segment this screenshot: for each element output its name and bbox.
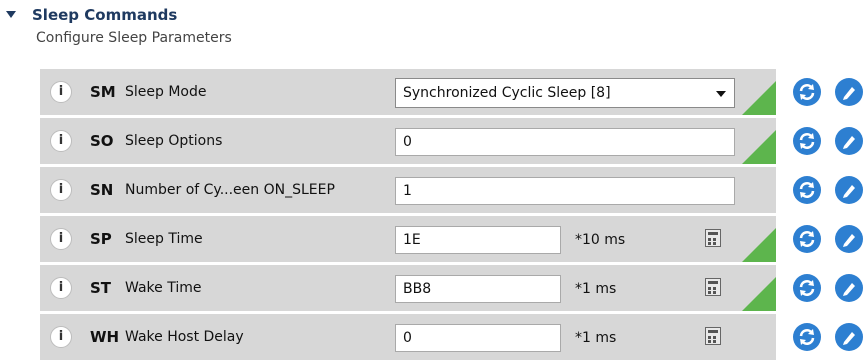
setting-code: WH <box>90 328 120 346</box>
sleep-cycles-input[interactable]: 1 <box>395 177 735 205</box>
pencil-icon <box>843 332 855 345</box>
sleep-options-input[interactable]: 0 <box>395 128 735 156</box>
setting-code: ST <box>90 279 112 297</box>
refresh-icon <box>799 329 815 345</box>
write-button-wh[interactable] <box>835 323 863 351</box>
setting-row-sm: i SM Sleep Mode Synchronized Cyclic Slee… <box>40 69 776 115</box>
changed-indicator <box>742 130 776 164</box>
unit-label: *1 ms <box>575 281 617 297</box>
refresh-icon <box>799 133 815 149</box>
write-button-so[interactable] <box>835 127 863 155</box>
sleep-time-input[interactable]: 1E <box>395 226 561 254</box>
setting-code: SM <box>90 83 116 101</box>
write-button-sn[interactable] <box>835 176 863 204</box>
chevron-down-icon[interactable] <box>716 91 726 97</box>
write-button-st[interactable] <box>835 274 863 302</box>
changed-indicator <box>742 228 776 262</box>
info-icon[interactable]: i <box>50 179 72 201</box>
pencil-icon <box>843 136 855 149</box>
setting-row-wh: i WH Wake Host Delay 0 *1 ms <box>40 314 776 360</box>
info-icon[interactable]: i <box>50 277 72 299</box>
write-button-sp[interactable] <box>835 225 863 253</box>
setting-label: Number of Cy...een ON_SLEEP <box>125 182 335 198</box>
info-icon[interactable]: i <box>50 130 72 152</box>
section-title: Sleep Commands <box>32 6 178 24</box>
read-button-wh[interactable] <box>793 323 821 351</box>
select-value: Synchronized Cyclic Sleep [8] <box>403 85 611 101</box>
info-icon[interactable]: i <box>50 326 72 348</box>
refresh-icon <box>799 231 815 247</box>
refresh-icon <box>799 280 815 296</box>
setting-row-so: i SO Sleep Options 0 <box>40 118 776 164</box>
read-button-sp[interactable] <box>793 225 821 253</box>
setting-row-sp: i SP Sleep Time 1E *10 ms <box>40 216 776 262</box>
read-button-st[interactable] <box>793 274 821 302</box>
wake-time-input[interactable]: BB8 <box>395 275 561 303</box>
calculator-icon[interactable] <box>705 327 721 345</box>
section-subtitle: Configure Sleep Parameters <box>36 30 232 46</box>
setting-label: Wake Time <box>125 280 202 296</box>
changed-indicator <box>742 81 776 115</box>
setting-row-sn: i SN Number of Cy...een ON_SLEEP 1 <box>40 167 776 213</box>
info-icon[interactable]: i <box>50 228 72 250</box>
info-icon[interactable]: i <box>50 81 72 103</box>
refresh-icon <box>799 182 815 198</box>
read-button-so[interactable] <box>793 127 821 155</box>
calculator-icon[interactable] <box>705 278 721 296</box>
setting-label: Sleep Options <box>125 133 223 149</box>
setting-row-st: i ST Wake Time BB8 *1 ms <box>40 265 776 311</box>
setting-label: Sleep Time <box>125 231 203 247</box>
read-button-sn[interactable] <box>793 176 821 204</box>
pencil-icon <box>843 185 855 198</box>
pencil-icon <box>843 283 855 296</box>
setting-code: SN <box>90 181 114 199</box>
calculator-icon[interactable] <box>705 229 721 247</box>
wake-host-delay-input[interactable]: 0 <box>395 324 561 352</box>
changed-indicator <box>742 277 776 311</box>
sleep-mode-select[interactable]: Synchronized Cyclic Sleep [8] <box>395 78 735 108</box>
write-button-sm[interactable] <box>835 78 863 106</box>
setting-code: SO <box>90 132 114 150</box>
setting-label: Sleep Mode <box>125 84 207 100</box>
unit-label: *1 ms <box>575 330 617 346</box>
setting-label: Wake Host Delay <box>125 329 244 345</box>
pencil-icon <box>843 234 855 247</box>
unit-label: *10 ms <box>575 232 626 248</box>
setting-code: SP <box>90 230 112 248</box>
pencil-icon <box>843 87 855 100</box>
refresh-icon <box>799 84 815 100</box>
caret-down-icon[interactable] <box>6 11 16 18</box>
read-button-sm[interactable] <box>793 78 821 106</box>
